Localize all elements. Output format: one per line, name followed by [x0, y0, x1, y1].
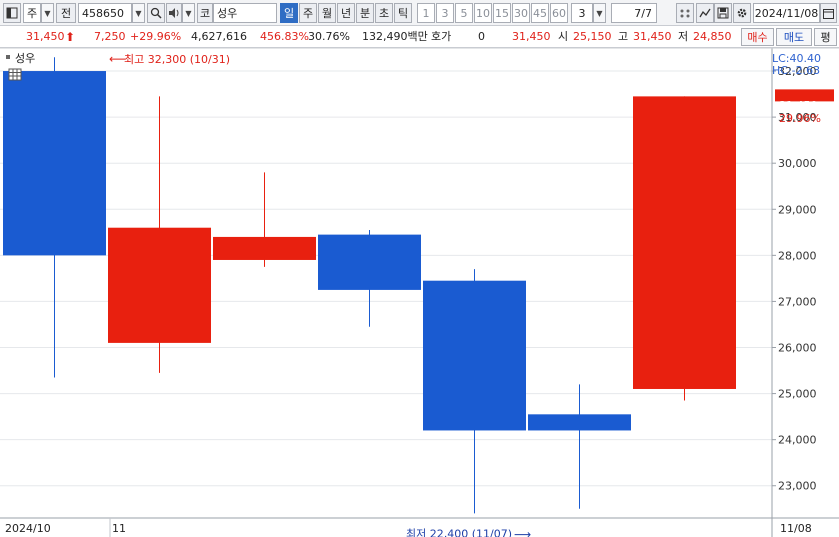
- y-tick-label-29000: 29,000: [778, 203, 817, 216]
- period-tab-5[interactable]: 초: [375, 3, 393, 23]
- speaker-icon[interactable]: [166, 3, 182, 23]
- y-tick-label-30000: 30,000: [778, 157, 817, 170]
- search-icon[interactable]: [147, 3, 165, 23]
- toolbar: 주 ▼ 전 ▼ ▼ 코 성우 일주월년분초틱 1351015304560 3 ▼…: [0, 0, 839, 26]
- up-arrow-icon: ⬆: [65, 30, 76, 44]
- candle-body-0: [3, 71, 106, 256]
- hc-label: HC:-2.63: [772, 64, 820, 77]
- y-tick-label-23000: 23,000: [778, 480, 817, 493]
- chart-tool-icon[interactable]: [696, 3, 714, 23]
- turnover-rate: 30.76%: [308, 30, 350, 43]
- speaker-dropdown-arrow[interactable]: ▼: [182, 3, 195, 23]
- date-field[interactable]: 2024/11/08: [753, 3, 820, 23]
- low-annotation: 최저 22,400 (11/07): [406, 527, 512, 537]
- candle-body-3: [318, 234, 421, 290]
- y-tick-label-25000: 25,000: [778, 388, 817, 401]
- y-tick-label-27000: 27,000: [778, 295, 817, 308]
- trade-amount: 132,490백만: [362, 30, 428, 43]
- type-dropdown-arrow[interactable]: ▼: [41, 3, 54, 23]
- chart-title: 성우: [15, 52, 35, 65]
- low-arrow-icon: ⟶: [514, 527, 531, 537]
- panel-icon[interactable]: [3, 3, 21, 23]
- save-icon[interactable]: [714, 3, 732, 23]
- type-select[interactable]: 주: [23, 3, 41, 23]
- link-icon[interactable]: [676, 3, 694, 23]
- period-tab-3[interactable]: 년: [337, 3, 355, 23]
- current-price: 31,450: [26, 30, 65, 43]
- interval-button-45[interactable]: 45: [531, 3, 549, 23]
- y-tick-label-28000: 28,000: [778, 249, 817, 262]
- market-button[interactable]: 코: [197, 3, 213, 23]
- candle-body-6: [633, 96, 736, 389]
- jeon-button[interactable]: 전: [56, 3, 76, 23]
- interval-button-10[interactable]: 10: [474, 3, 492, 23]
- candle-body-5: [528, 414, 631, 431]
- interval-button-15[interactable]: 15: [493, 3, 511, 23]
- count-field[interactable]: 3: [571, 3, 593, 23]
- gear-icon[interactable]: [733, 3, 751, 23]
- candlestick-chart[interactable]: 23,000 24,000 25,000 26,000 27,000 28,000 29,0…: [0, 47, 839, 537]
- count-dropdown-arrow[interactable]: ▼: [593, 3, 606, 23]
- calendar-icon[interactable]: [820, 3, 837, 23]
- candle-body-1: [108, 227, 211, 343]
- open-price: 25,150: [573, 30, 612, 43]
- candle-6[interactable]: [633, 96, 736, 401]
- period-tab-2[interactable]: 월: [318, 3, 336, 23]
- code-input[interactable]: [78, 3, 132, 23]
- x-label-date: 11/08: [780, 522, 812, 535]
- sell-button[interactable]: 매도: [776, 28, 812, 46]
- candle-body-4: [423, 280, 526, 431]
- period-tab-1[interactable]: 주: [299, 3, 317, 23]
- hoga-price: 31,450: [512, 30, 551, 43]
- interval-button-1[interactable]: 1: [417, 3, 435, 23]
- high-label: 고: [618, 30, 629, 43]
- x-label-month: 2024/10: [5, 522, 51, 535]
- chart-area[interactable]: 23,000 24,000 25,000 26,000 27,000 28,000 29,0…: [0, 47, 839, 537]
- price-change-pct: +29.96%: [130, 30, 182, 43]
- interval-button-5[interactable]: 5: [455, 3, 473, 23]
- eval-button[interactable]: 평: [814, 28, 837, 46]
- volume-ratio: 456.83%: [260, 30, 309, 43]
- open-label: 시: [558, 30, 569, 43]
- quote-bar: 31,450 ⬆ 7,250 +29.96% 4,627,616 456.83%…: [0, 26, 839, 48]
- table-icon[interactable]: [8, 68, 22, 81]
- code-field[interactable]: [79, 4, 131, 22]
- high-price: 31,450: [633, 30, 672, 43]
- period-tab-4[interactable]: 분: [356, 3, 374, 23]
- low-label: 저: [678, 30, 689, 43]
- period-tab-0[interactable]: 일: [280, 3, 298, 23]
- buy-button[interactable]: 매수: [741, 28, 774, 46]
- code-dropdown-arrow[interactable]: ▼: [132, 3, 145, 23]
- low-price: 24,850: [693, 30, 732, 43]
- y-tick-label-26000: 26,000: [778, 342, 817, 355]
- legend-marker: [6, 55, 10, 59]
- page-field[interactable]: 7/7: [611, 3, 657, 23]
- hoga-label: 호가: [431, 30, 452, 43]
- volume: 4,627,616: [191, 30, 247, 43]
- candle-body-2: [213, 236, 316, 260]
- interval-button-3[interactable]: 3: [436, 3, 454, 23]
- last-pct-label: 29.96%: [779, 112, 821, 125]
- y-tick-label-24000: 24,000: [778, 434, 817, 447]
- stock-name-field[interactable]: 성우: [213, 3, 277, 23]
- high-annotation: 최고 32,300 (10/31): [124, 53, 230, 66]
- last-price-label: 31,450: [779, 99, 818, 112]
- hoga-value: 0: [478, 30, 485, 43]
- x-label-nov: 11: [112, 522, 126, 535]
- interval-button-30[interactable]: 30: [512, 3, 530, 23]
- interval-button-60[interactable]: 60: [550, 3, 568, 23]
- period-tab-6[interactable]: 틱: [394, 3, 412, 23]
- price-change: 7,250: [94, 30, 126, 43]
